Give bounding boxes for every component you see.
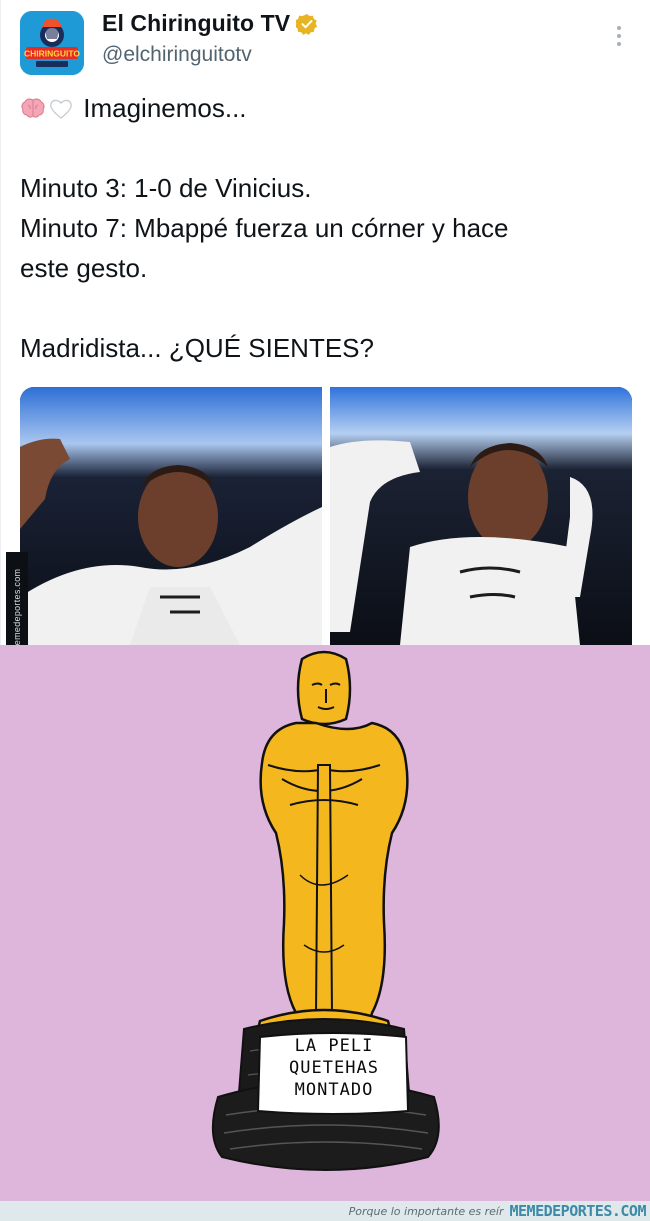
tweet-line: Imaginemos... xyxy=(20,88,630,128)
avatar-logo-text: CHIRINGUITO xyxy=(24,49,80,59)
tweet-photo-2[interactable] xyxy=(330,387,632,645)
tweet-text-line: Minuto 7: Mbappé fuerza un córner y hace xyxy=(20,213,509,243)
footer-brand-link[interactable]: MEMEDEPORTES.COM xyxy=(510,1202,647,1220)
plaque-line: MONTADO xyxy=(294,1080,374,1100)
player-gesture-photo xyxy=(330,387,632,645)
tweet-text-line: Imaginemos... xyxy=(83,93,247,123)
tweet-text-line: este gesto. xyxy=(20,253,148,283)
display-name-text[interactable]: El Chiringuito TV xyxy=(102,10,290,37)
white-heart-icon xyxy=(48,96,74,122)
tweet-media-grid xyxy=(20,387,632,645)
user-handle[interactable]: @elchiringuitotv xyxy=(102,43,252,67)
tweet-photo-1[interactable] xyxy=(20,387,322,645)
oscar-statue-drawing xyxy=(211,650,440,1171)
plaque-line: QUETEHAS xyxy=(289,1058,379,1078)
more-options-icon[interactable] xyxy=(605,22,633,50)
tweet-line xyxy=(20,128,630,168)
footer-tagline: Porque lo importante es reír xyxy=(348,1204,504,1218)
chiringuito-logo: CHIRINGUITO xyxy=(20,11,84,75)
tweet-text-line: Madridista... ¿QUÉ SIENTES? xyxy=(20,333,374,363)
brain-icon xyxy=(20,96,46,122)
oscar-plaque: LA PELI QUETEHAS MONTADO xyxy=(262,1035,406,1113)
site-footer: Porque lo importante es reír MEMEDEPORTE… xyxy=(0,1201,650,1221)
user-display-name[interactable]: El Chiringuito TV xyxy=(102,10,318,37)
player-celebration-photo xyxy=(20,387,322,645)
tweet-text-line: Minuto 3: 1-0 de Vinicius. xyxy=(20,173,312,203)
plaque-line: LA PELI xyxy=(294,1036,374,1056)
user-avatar[interactable]: CHIRINGUITO xyxy=(20,11,84,75)
verified-badge-icon xyxy=(296,13,318,35)
oscar-meme xyxy=(0,645,650,1201)
tweet-line xyxy=(20,288,630,328)
tweet-card: CHIRINGUITO El Chiringuito TV @elchiring… xyxy=(0,0,650,670)
tweet-text: Imaginemos... Minuto 3: 1-0 de Vinicius.… xyxy=(20,88,630,368)
